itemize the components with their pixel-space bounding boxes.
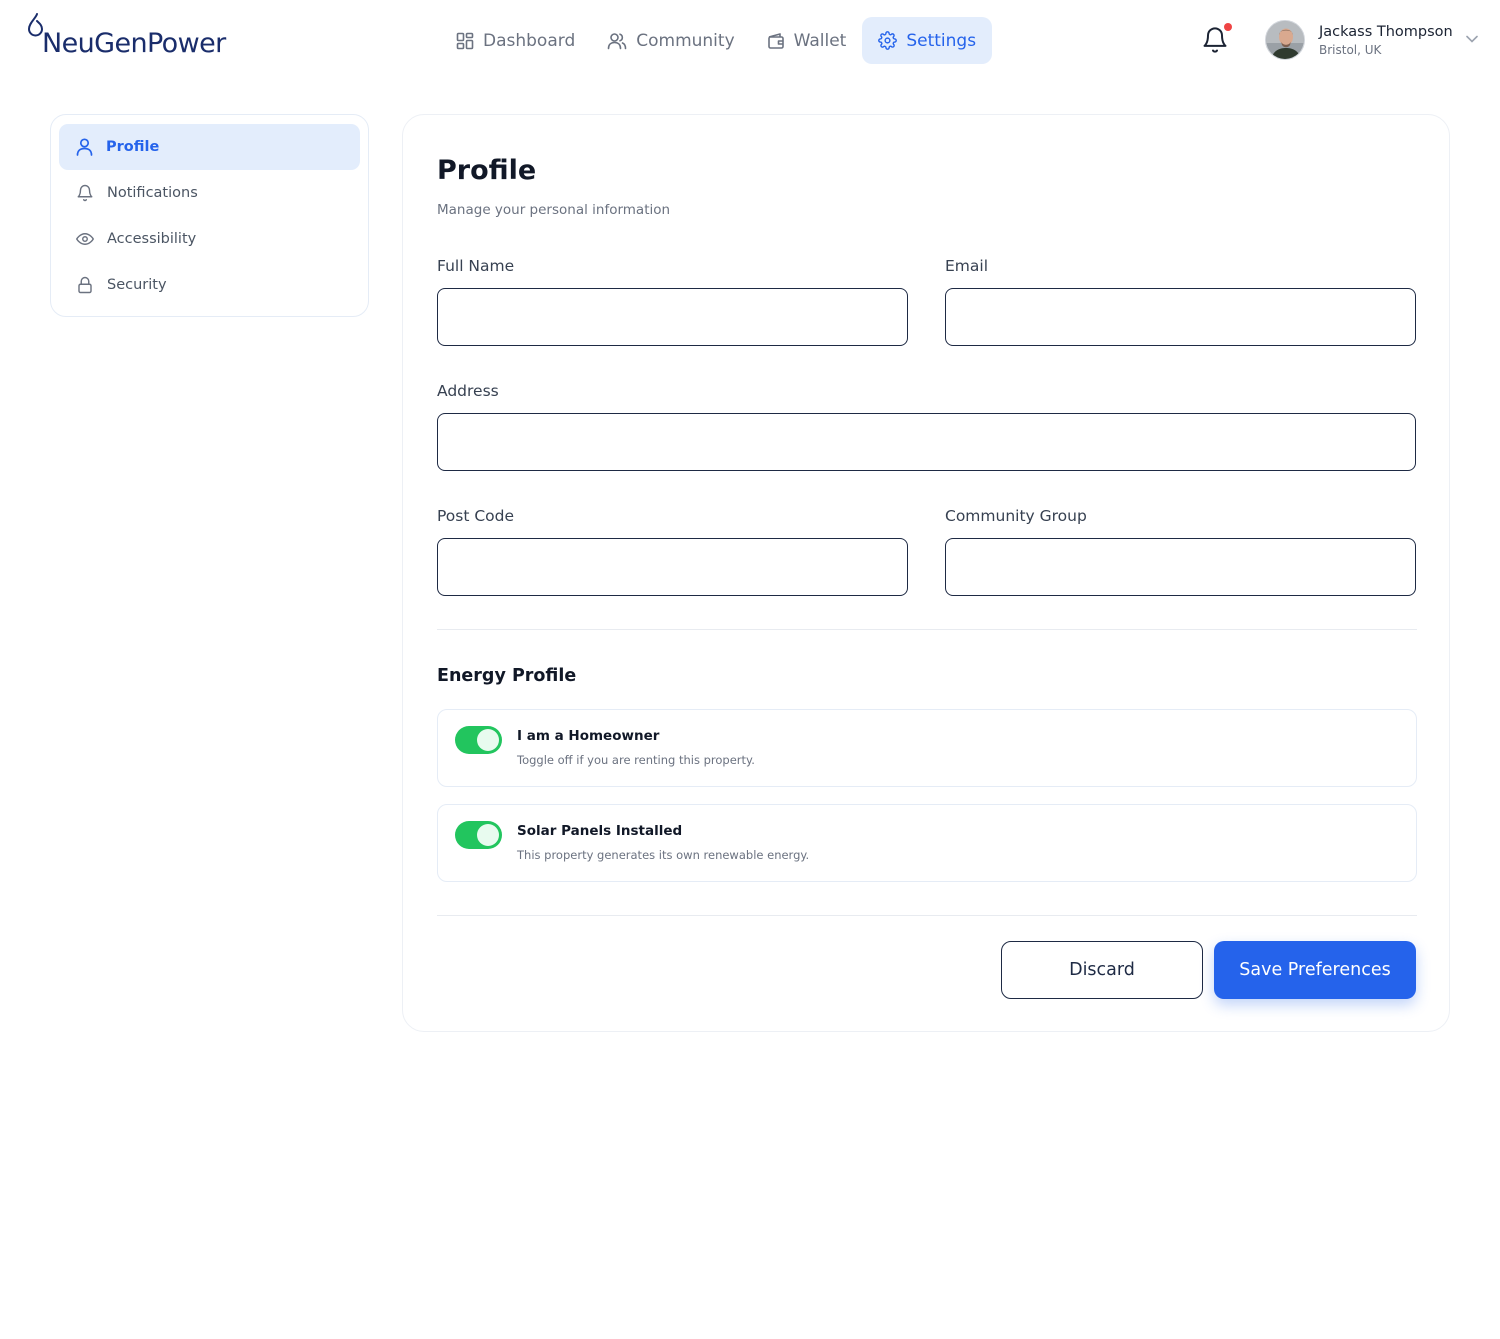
- community-group-label: Community Group: [945, 507, 1087, 525]
- user-info: Jackass Thompson Bristol, UK: [1319, 24, 1453, 57]
- sidebar-item-label: Accessibility: [107, 231, 197, 247]
- lock-icon: [78, 276, 92, 294]
- nav-item-community[interactable]: Community: [591, 17, 750, 64]
- post-code-label: Post Code: [437, 507, 515, 525]
- wallet-icon: [767, 32, 784, 49]
- sidebar-item-label: Notifications: [107, 185, 198, 201]
- avatar-image: [1266, 21, 1304, 59]
- sidebar-item-label: Profile: [106, 139, 160, 155]
- actions-divider: [437, 915, 1417, 916]
- full-name-label: Full Name: [437, 257, 515, 275]
- homeowner-title: I am a Homeowner: [517, 728, 660, 744]
- address-field[interactable]: [437, 413, 1416, 471]
- nav-item-dashboard[interactable]: Dashboard: [440, 17, 591, 64]
- nav-label-community: Community: [636, 30, 735, 51]
- user-icon: [76, 138, 93, 156]
- user-name: Jackass Thompson: [1319, 23, 1453, 40]
- email-field[interactable]: [945, 288, 1416, 346]
- email-label: Email: [945, 257, 989, 275]
- notifications-button[interactable]: [1201, 23, 1232, 54]
- users-icon: [607, 32, 627, 49]
- settings-sidebar: Profile Notifications Accessibility Secu…: [50, 114, 369, 317]
- homeowner-description: Toggle off if you are renting this prope…: [517, 753, 755, 767]
- nav-item-wallet[interactable]: Wallet: [751, 17, 863, 64]
- homeowner-setting: I am a Homeowner Toggle off if you are r…: [437, 709, 1417, 787]
- sidebar-item-profile[interactable]: Profile: [59, 124, 360, 170]
- nav-label-settings: Settings: [906, 30, 977, 51]
- discard-button[interactable]: Discard: [1001, 941, 1203, 999]
- main-nav: Dashboard Community Wallet Settings: [440, 17, 993, 64]
- page-title: Profile: [437, 155, 537, 186]
- sidebar-item-security[interactable]: Security: [59, 262, 360, 308]
- sidebar-item-notifications[interactable]: Notifications: [59, 170, 360, 216]
- solar-panels-toggle[interactable]: [455, 821, 502, 849]
- full-name-field[interactable]: [437, 288, 908, 346]
- user-menu[interactable]: Jackass Thompson Bristol, UK: [1265, 19, 1478, 61]
- post-code-field[interactable]: [437, 538, 908, 596]
- chevron-down-icon[interactable]: [1466, 35, 1478, 43]
- solar-panels-setting: Solar Panels Installed This property gen…: [437, 804, 1417, 882]
- sidebar-item-accessibility[interactable]: Accessibility: [59, 216, 360, 262]
- avatar: [1265, 20, 1305, 60]
- toggle-knob: [477, 824, 499, 846]
- nav-label-dashboard: Dashboard: [483, 30, 576, 51]
- eye-icon: [76, 233, 94, 245]
- nav-item-settings[interactable]: Settings: [862, 17, 993, 64]
- grid-icon: [456, 32, 474, 49]
- solar-panels-title: Solar Panels Installed: [517, 823, 683, 839]
- homeowner-toggle[interactable]: [455, 726, 502, 754]
- profile-card: Profile Manage your personal information…: [402, 114, 1450, 1032]
- energy-profile-title: Energy Profile: [437, 666, 577, 686]
- solar-panels-description: This property generates its own renewabl…: [517, 848, 810, 862]
- save-preferences-button[interactable]: Save Preferences: [1214, 941, 1416, 999]
- nav-label-wallet: Wallet: [793, 30, 847, 51]
- address-label: Address: [437, 382, 499, 400]
- toggle-knob: [477, 729, 499, 751]
- section-divider: [437, 629, 1417, 630]
- gear-icon: [878, 31, 898, 50]
- page-subtitle: Manage your personal information: [437, 202, 671, 218]
- user-location: Bristol, UK: [1319, 42, 1382, 57]
- unread-indicator: [1224, 23, 1232, 31]
- bell-icon: [77, 184, 93, 202]
- community-group-field[interactable]: [945, 538, 1416, 596]
- brand-name: NeuGenPower: [42, 28, 226, 59]
- sidebar-item-label: Security: [107, 277, 167, 293]
